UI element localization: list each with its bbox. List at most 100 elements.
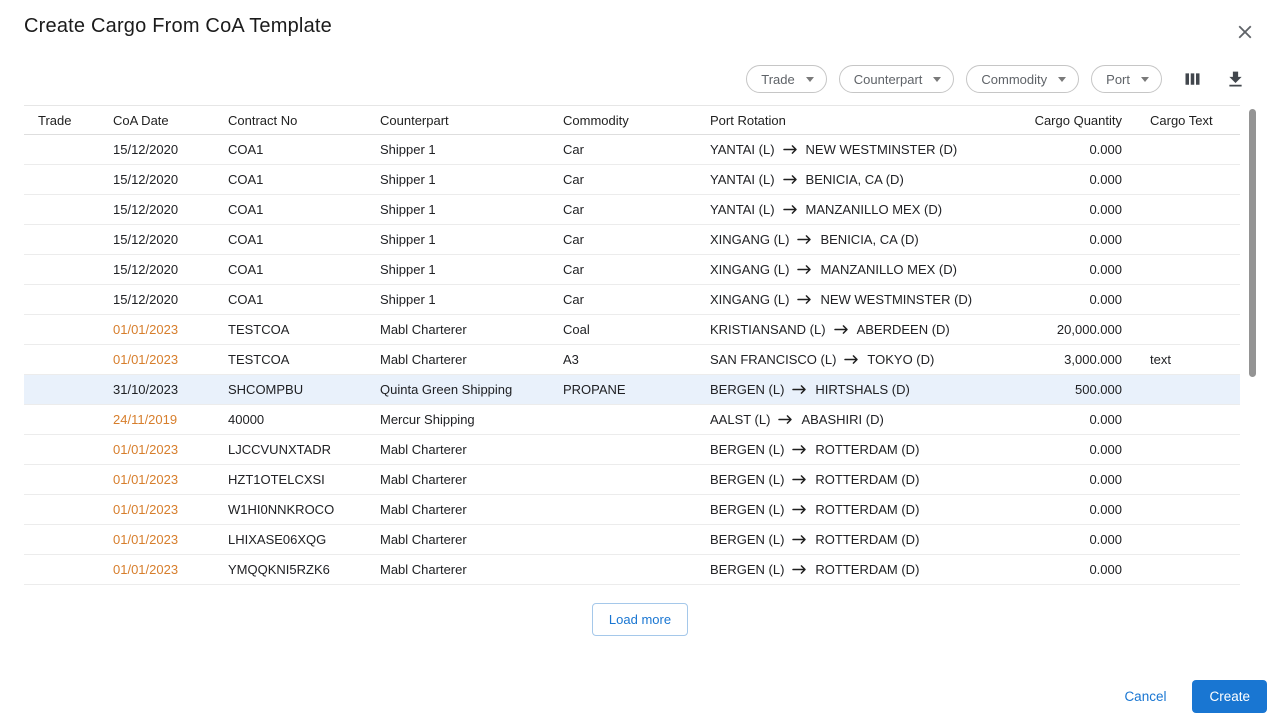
port-load: BERGEN (L) (710, 502, 784, 517)
column-header[interactable]: Cargo Quantity (1014, 106, 1136, 135)
column-header[interactable]: Counterpart (366, 106, 549, 135)
filter-chip-label: Commodity (981, 72, 1047, 87)
cell-coa-date: 24/11/2019 (99, 405, 214, 435)
filter-chip-trade[interactable]: Trade (746, 65, 826, 93)
cell-port-rotation: BERGEN (L)HIRTSHALS (D) (696, 375, 1014, 405)
cell-port-rotation: XINGANG (L)NEW WESTMINSTER (D) (696, 285, 1014, 315)
filter-chip-port[interactable]: Port (1091, 65, 1162, 93)
load-more-button[interactable]: Load more (592, 603, 688, 636)
table-row[interactable]: 15/12/2020COA1Shipper 1CarXINGANG (L)MAN… (24, 255, 1240, 285)
create-button[interactable]: Create (1192, 680, 1267, 713)
table-row[interactable]: 01/01/2023TESTCOAMabl ChartererCoalKRIST… (24, 315, 1240, 345)
table-row[interactable]: 01/01/2023LJCCVUNXTADRMabl ChartererBERG… (24, 435, 1240, 465)
table-row[interactable]: 15/12/2020COA1Shipper 1CarXINGANG (L)NEW… (24, 285, 1240, 315)
table-row[interactable]: 01/01/2023W1HI0NNKROCOMabl ChartererBERG… (24, 495, 1240, 525)
column-header[interactable]: CoA Date (99, 106, 214, 135)
table-row[interactable]: 01/01/2023LHIXASE06XQGMabl ChartererBERG… (24, 525, 1240, 555)
cell-cargo-text (1136, 435, 1240, 465)
cell-port-rotation: BERGEN (L)ROTTERDAM (D) (696, 525, 1014, 555)
table-row[interactable]: 01/01/2023YMQQKNI5RZK6Mabl ChartererBERG… (24, 555, 1240, 585)
port-load: BERGEN (L) (710, 442, 784, 457)
cell-trade (24, 285, 99, 315)
port-discharge: ROTTERDAM (D) (815, 502, 919, 517)
cell-cargo-quantity: 0.000 (1014, 225, 1136, 255)
table-scrollbar[interactable] (1248, 105, 1256, 585)
arrow-right-icon (834, 324, 849, 335)
cell-cargo-text (1136, 495, 1240, 525)
column-header[interactable]: Cargo Text (1136, 106, 1240, 135)
cell-contract-no: COA1 (214, 135, 366, 165)
cell-cargo-text (1136, 195, 1240, 225)
column-header[interactable]: Contract No (214, 106, 366, 135)
arrow-right-icon (783, 204, 798, 215)
cell-coa-date: 31/10/2023 (99, 375, 214, 405)
cell-commodity (549, 465, 696, 495)
cell-contract-no: COA1 (214, 165, 366, 195)
cell-cargo-quantity: 0.000 (1014, 495, 1136, 525)
filter-chip-counterpart[interactable]: Counterpart (839, 65, 955, 93)
table-row[interactable]: 15/12/2020COA1Shipper 1CarXINGANG (L)BEN… (24, 225, 1240, 255)
cell-trade (24, 405, 99, 435)
cell-commodity (549, 405, 696, 435)
cell-coa-date: 15/12/2020 (99, 165, 214, 195)
cell-port-rotation: XINGANG (L)MANZANILLO MEX (D) (696, 255, 1014, 285)
cell-port-rotation: BERGEN (L)ROTTERDAM (D) (696, 435, 1014, 465)
cell-trade (24, 315, 99, 345)
table-row[interactable]: 15/12/2020COA1Shipper 1CarYANTAI (L)BENI… (24, 165, 1240, 195)
column-header[interactable]: Trade (24, 106, 99, 135)
cell-trade (24, 495, 99, 525)
cell-cargo-text (1136, 465, 1240, 495)
table-row[interactable]: 01/01/2023HZT1OTELCXSIMabl ChartererBERG… (24, 465, 1240, 495)
cell-cargo-text (1136, 255, 1240, 285)
cell-counterpart: Shipper 1 (366, 195, 549, 225)
cell-port-rotation: SAN FRANCISCO (L)TOKYO (D) (696, 345, 1014, 375)
table-row[interactable]: 15/12/2020COA1Shipper 1CarYANTAI (L)NEW … (24, 135, 1240, 165)
column-header[interactable]: Port Rotation (696, 106, 1014, 135)
download-button[interactable] (1223, 67, 1248, 92)
close-button[interactable] (1228, 15, 1262, 49)
cell-cargo-quantity: 0.000 (1014, 465, 1136, 495)
cell-commodity (549, 525, 696, 555)
port-discharge: MANZANILLO MEX (D) (820, 262, 957, 277)
cell-counterpart: Mabl Charterer (366, 465, 549, 495)
cell-contract-no: YMQQKNI5RZK6 (214, 555, 366, 585)
cell-coa-date: 01/01/2023 (99, 315, 214, 345)
cell-commodity: Coal (549, 315, 696, 345)
cell-port-rotation: YANTAI (L)BENICIA, CA (D) (696, 165, 1014, 195)
arrow-right-icon (792, 444, 807, 455)
port-discharge: NEW WESTMINSTER (D) (820, 292, 972, 307)
cell-cargo-text (1136, 375, 1240, 405)
port-discharge: ABERDEEN (D) (857, 322, 950, 337)
port-discharge: MANZANILLO MEX (D) (806, 202, 943, 217)
download-icon (1225, 69, 1246, 90)
cell-counterpart: Quinta Green Shipping (366, 375, 549, 405)
cell-coa-date: 01/01/2023 (99, 465, 214, 495)
cell-coa-date: 15/12/2020 (99, 255, 214, 285)
load-more-row: Load more (0, 585, 1280, 650)
arrow-right-icon (792, 564, 807, 575)
cell-counterpart: Shipper 1 (366, 225, 549, 255)
cell-trade (24, 345, 99, 375)
table-row[interactable]: 15/12/2020COA1Shipper 1CarYANTAI (L)MANZ… (24, 195, 1240, 225)
chevron-down-icon (1141, 77, 1149, 82)
cell-cargo-text (1136, 285, 1240, 315)
column-header[interactable]: Commodity (549, 106, 696, 135)
cell-contract-no: LJCCVUNXTADR (214, 435, 366, 465)
columns-button[interactable] (1180, 67, 1205, 92)
cell-trade (24, 255, 99, 285)
cell-cargo-quantity: 0.000 (1014, 255, 1136, 285)
port-load: BERGEN (L) (710, 562, 784, 577)
table-row[interactable]: 01/01/2023TESTCOAMabl ChartererA3SAN FRA… (24, 345, 1240, 375)
cell-coa-date: 15/12/2020 (99, 285, 214, 315)
table-row[interactable]: 24/11/201940000Mercur ShippingAALST (L)A… (24, 405, 1240, 435)
port-discharge: ROTTERDAM (D) (815, 562, 919, 577)
cell-counterpart: Mabl Charterer (366, 435, 549, 465)
port-discharge: NEW WESTMINSTER (D) (806, 142, 958, 157)
port-load: AALST (L) (710, 412, 770, 427)
cancel-button[interactable]: Cancel (1110, 681, 1180, 712)
port-load: BERGEN (L) (710, 472, 784, 487)
table-row[interactable]: 31/10/2023SHCOMPBUQuinta Green ShippingP… (24, 375, 1240, 405)
scrollbar-thumb[interactable] (1249, 109, 1256, 377)
filter-chip-commodity[interactable]: Commodity (966, 65, 1079, 93)
arrow-right-icon (783, 174, 798, 185)
